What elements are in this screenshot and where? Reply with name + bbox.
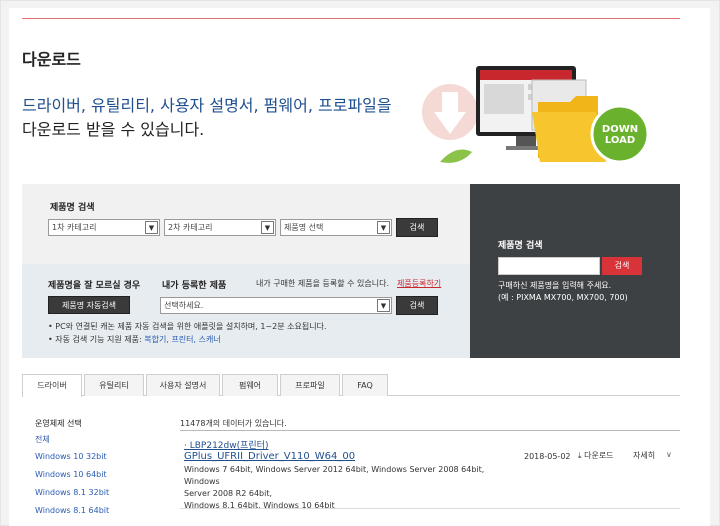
results-divider (180, 430, 680, 431)
driver-os-list: Windows 7 64bit, Windows Server 2012 64b… (184, 464, 514, 512)
category2-select[interactable]: 2차 카테고리 ▼ (164, 219, 276, 236)
name-search-button[interactable]: 검색 (602, 257, 642, 275)
my-products-select-value: 선택하세요. (164, 301, 204, 310)
os-filter-item[interactable]: 전체 (35, 434, 50, 445)
auto-search-button[interactable]: 제품명 자동검색 (48, 296, 130, 314)
badge-text-line2: LOAD (604, 135, 636, 146)
my-products-select[interactable]: 선택하세요. ▼ (160, 297, 392, 314)
download-badge: DOWN LOAD (592, 124, 648, 146)
driver-os-line: Windows 7 64bit, Windows Server 2012 64b… (184, 465, 485, 486)
supported-prefix: • 자동 검색 기능 지원 제품: (48, 335, 145, 344)
registered-products-panel: 제품명을 잘 모르실 경우 제품명 자동검색 내가 등록한 제품 내가 구매한 … (22, 264, 470, 358)
driver-file-link[interactable]: GPlus_UFRII_Driver_V110_W64_00 (184, 451, 355, 462)
chevron-down-icon: ▼ (145, 221, 158, 234)
os-filter-item[interactable]: Windows 10 64bit (35, 470, 107, 479)
category1-select[interactable]: 1차 카테고리 ▼ (48, 219, 160, 236)
chevron-down-icon[interactable]: ∨ (666, 450, 672, 459)
name-search-hint: 구매하신 제품명을 입력해 주세요. (498, 281, 612, 290)
hero-graphic (422, 66, 650, 164)
name-search-title: 제품명 검색 (498, 241, 543, 251)
download-hero-illustration: DOWN LOAD (420, 62, 670, 182)
tab-driver[interactable]: 드라이버 (22, 374, 82, 397)
product-select[interactable]: 제품명 선택 ▼ (280, 219, 392, 236)
driver-os-line: Server 2008 R2 64bit, (184, 489, 273, 498)
driver-product-name[interactable]: · LBP212dw(프린터) (184, 438, 268, 451)
tab-utility[interactable]: 유틸리티 (84, 374, 144, 396)
os-filter-item[interactable]: Windows 10 32bit (35, 452, 107, 461)
chevron-down-icon: ▼ (377, 221, 390, 234)
headline-line2: 다운로드 받을 수 있습니다. (22, 120, 205, 139)
os-filter-item[interactable]: Windows 8.1 32bit (35, 488, 109, 497)
register-notice: 내가 구매한 제품을 등록할 수 있습니다. (256, 279, 390, 288)
category2-value: 2차 카테고리 (168, 223, 213, 232)
unknown-product-label: 제품명을 잘 모르실 경우 (48, 281, 141, 291)
product-name-input[interactable] (498, 257, 600, 275)
my-products-label: 내가 등록한 제품 (162, 281, 227, 291)
headline-line1: 드라이버, 유틸리티, 사용자 설명서, 펌웨어, 프로파일을 (22, 96, 392, 115)
category-search-button[interactable]: 검색 (396, 218, 438, 237)
download-label: 다운로드 (584, 451, 614, 460)
name-search-panel: 제품명 검색 검색 구매하신 제품명을 입력해 주세요. (예 : PIXMA … (470, 184, 680, 358)
row-divider (180, 508, 680, 509)
product-search-panel: 제품명 검색 1차 카테고리 ▼ 2차 카테고리 ▼ 제품명 선택 ▼ 검색 (22, 184, 470, 264)
tab-firmware[interactable]: 펌웨어 (222, 374, 278, 396)
category1-value: 1차 카테고리 (52, 223, 97, 232)
page-title: 다운로드 (22, 50, 81, 69)
tab-faq[interactable]: FAQ (342, 374, 388, 396)
category-tabs: 드라이버 유틸리티 사용자 설명서 펌웨어 프로파일 FAQ (22, 374, 680, 397)
product-select-value: 제품명 선택 (284, 223, 324, 232)
detail-button[interactable]: 자세히 (633, 450, 655, 461)
result-count: 11478개의 데이터가 있습니다. (180, 419, 287, 428)
driver-os-line: Windows 8.1 64bit, Windows 10 64bit (184, 501, 335, 510)
my-products-search-button[interactable]: 검색 (396, 296, 438, 315)
download-icon: ⤓ (578, 451, 582, 460)
top-divider (22, 18, 680, 19)
driver-date: 2018-05-02 (524, 452, 571, 461)
chevron-down-icon: ▼ (377, 299, 390, 312)
name-search-example: (예 : PIXMA MX700, MX700, 700) (498, 293, 628, 302)
chevron-down-icon: ▼ (261, 221, 274, 234)
badge-text-line1: DOWN (601, 124, 639, 135)
download-button[interactable]: ⤓ 다운로드 (578, 450, 614, 461)
tab-profile[interactable]: 프로파일 (280, 374, 340, 396)
supported-product-links[interactable]: 복합기, 프린터, 스캐너 (144, 335, 220, 344)
supported-products-note: • 자동 검색 기능 지원 제품: 복합기, 프린터, 스캐너 (48, 334, 221, 345)
os-filter-item[interactable]: Windows 8.1 64bit (35, 506, 109, 515)
tab-manual[interactable]: 사용자 설명서 (146, 374, 220, 396)
register-product-link[interactable]: 제품등록하기 (397, 278, 441, 289)
applet-note: • PC와 연결된 캐논 제품 자동 검색을 위한 애플릿을 설치하며, 1~2… (48, 322, 327, 331)
product-search-label: 제품명 검색 (50, 203, 95, 213)
os-filter-title: 운영체제 선택 (35, 419, 82, 428)
